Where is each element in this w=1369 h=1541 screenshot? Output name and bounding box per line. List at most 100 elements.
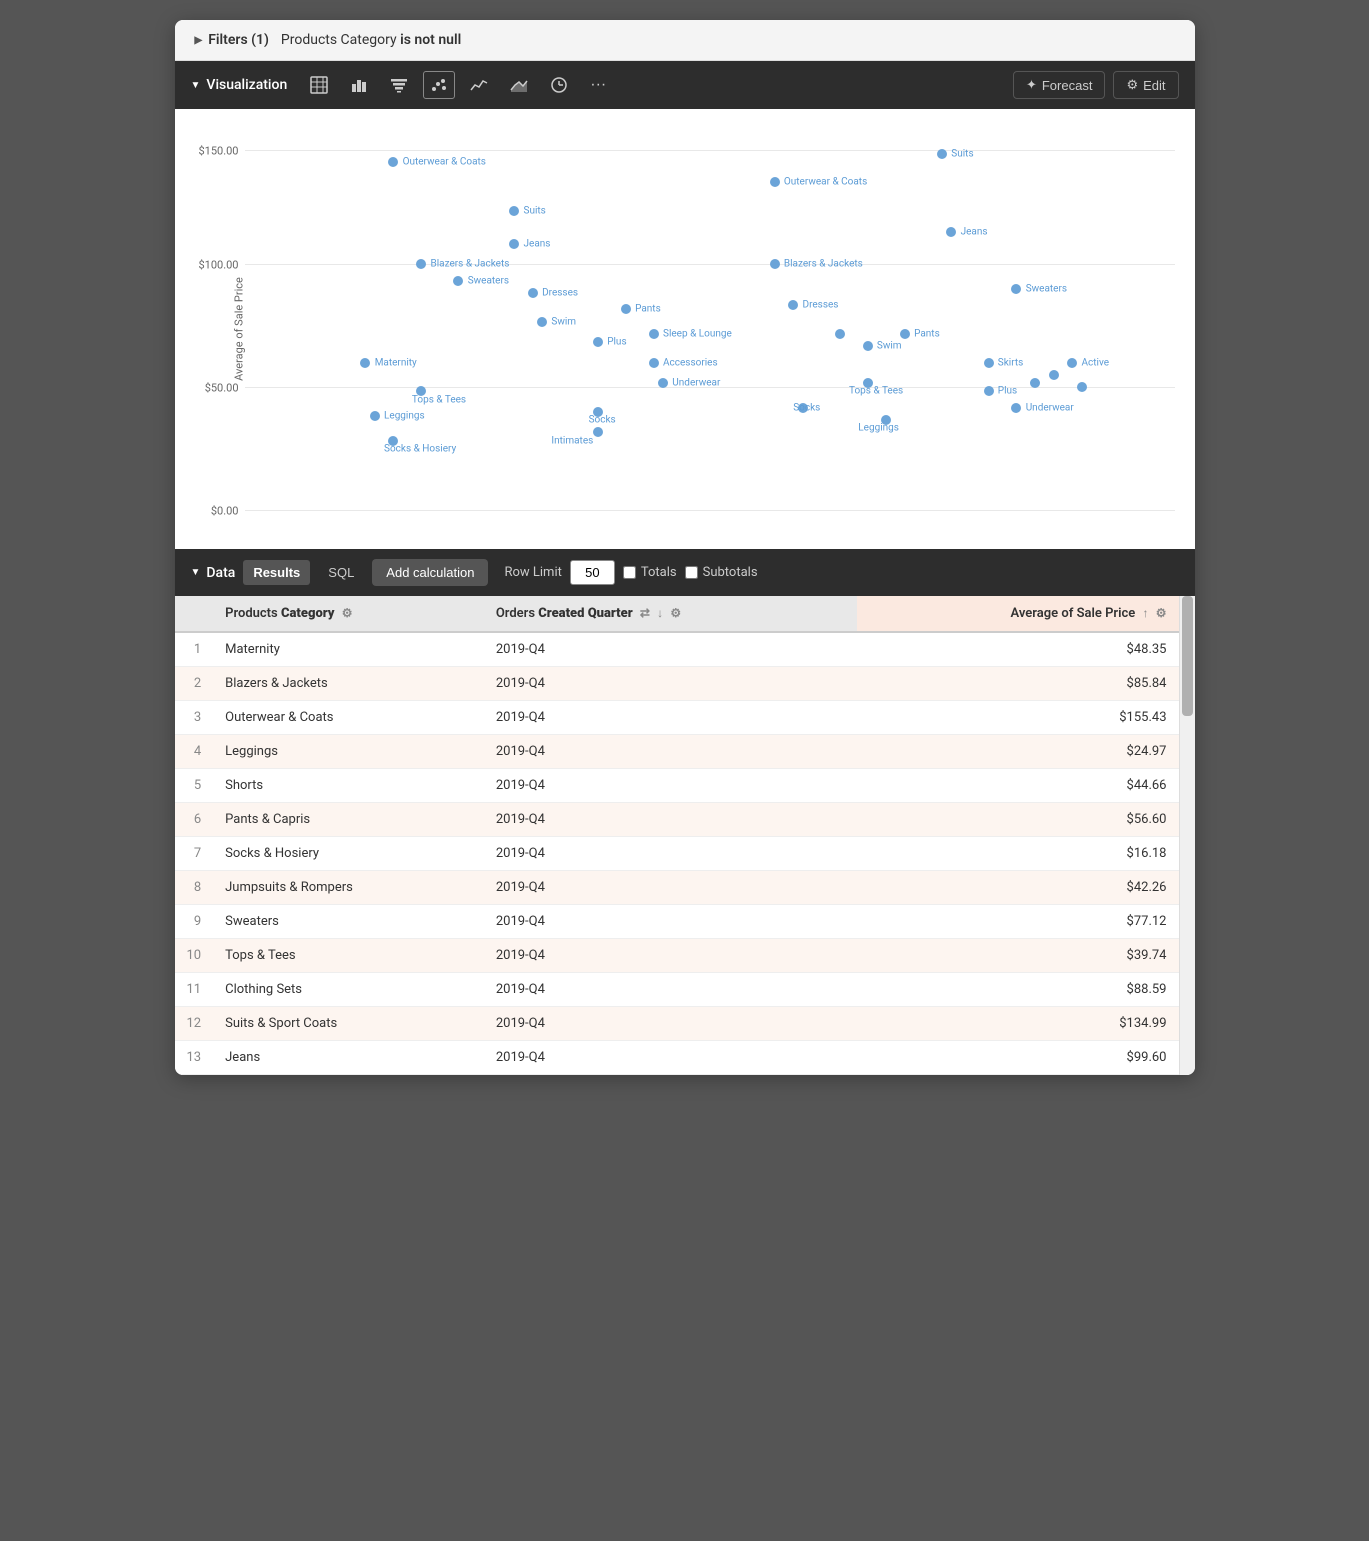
subtotals-checkbox[interactable] [685,566,698,579]
label-dresses-right: Dresses [803,300,839,311]
cell-avg-price: $16.18 [857,837,1178,871]
dot-blazers-left [416,259,426,269]
dot-swim-right [863,341,873,351]
chart-area: Average of Sale Price $150.00 $100.00 $5… [175,109,1195,549]
main-container: ▶ Filters (1) Products Category is not n… [175,20,1195,1075]
scrollbar-thumb[interactable] [1182,596,1193,716]
viz-title[interactable]: ▼ Visualization [191,77,288,93]
table-row: 8 Jumpsuits & Rompers 2019-Q4 $42.26 [175,871,1179,905]
label-sweaters-right: Sweaters [1026,283,1067,294]
dot-sweaters-right [1011,284,1021,294]
table-row: 9 Sweaters 2019-Q4 $77.12 [175,905,1179,939]
category-settings-icon[interactable]: ⚙ [342,606,353,620]
data-title[interactable]: ▼ Data [191,565,236,581]
totals-checkbox-label[interactable]: Totals [623,565,677,580]
table-row: 7 Socks & Hosiery 2019-Q4 $16.18 [175,837,1179,871]
col-category[interactable]: Products Category ⚙ [213,596,484,632]
cell-avg-price: $85.84 [857,667,1178,701]
add-calculation-btn[interactable]: Add calculation [372,559,488,586]
viz-label: Visualization [206,77,287,93]
label-outerwear-right: Outerwear & Coats [784,177,867,188]
totals-checkbox[interactable] [623,566,636,579]
scatter-btn[interactable] [423,71,455,99]
results-tab[interactable]: Results [243,560,310,585]
funnel-btn[interactable] [383,71,415,99]
filter-label: Filters (1) [208,32,269,48]
label-suits-left: Suits [524,206,546,217]
label-outerwear-left: Outerwear & Coats [403,156,486,167]
cell-avg-price: $48.35 [857,632,1178,667]
row-limit-input[interactable] [570,560,615,585]
filter-condition: is not null [400,32,461,48]
col-avg-price[interactable]: Average of Sale Price ↑ ⚙ [857,596,1178,632]
cell-category: Tops & Tees [213,939,484,973]
cell-category: Blazers & Jackets [213,667,484,701]
avg-price-sort-icon[interactable]: ↑ [1143,606,1149,620]
dot-plus-right [984,386,994,396]
table-row: 5 Shorts 2019-Q4 $44.66 [175,769,1179,803]
cell-num: 2 [175,667,214,701]
dot-active [1067,358,1077,368]
label-suits-right: Suits [951,148,973,159]
cell-num: 4 [175,735,214,769]
dot-jeans-right [946,227,956,237]
cell-category: Pants & Capris [213,803,484,837]
dot-outerwear-right [770,177,780,187]
dot-sleep [649,329,659,339]
avg-price-settings-icon[interactable]: ⚙ [1156,606,1167,620]
table-row: 1 Maternity 2019-Q4 $48.35 [175,632,1179,667]
table-header-row: Products Category ⚙ Orders Created Quart… [175,596,1179,632]
dot-underwear-right [1011,403,1021,413]
edit-label: Edit [1143,78,1165,93]
table-view-btn[interactable] [303,71,335,99]
label-jeans-right: Jeans [961,226,988,237]
label-tops-right: Tops & Tees [849,386,903,397]
y-label-100: $100.00 [199,259,239,272]
y-label-0: $0.00 [211,505,239,518]
dot-outerwear-left [388,157,398,167]
cell-category: Suits & Sport Coats [213,1007,484,1041]
more-btn[interactable]: ··· [583,71,613,99]
dot-dresses-left [528,288,538,298]
cell-num: 5 [175,769,214,803]
subtotals-label: Subtotals [703,565,758,580]
forecast-btn[interactable]: ✦ Forecast [1013,71,1105,99]
viz-arrow-icon: ▼ [191,80,201,91]
label-leggings-right: Leggings [858,423,899,434]
cell-quarter: 2019-Q4 [484,871,858,905]
filter-arrow-icon: ▶ [195,35,203,46]
dot-pants-right [900,329,910,339]
subtotals-checkbox-label[interactable]: Subtotals [685,565,758,580]
dot-dresses-right [788,300,798,310]
filter-description: Products Category is not null [281,32,461,48]
viz-toolbar: ▼ Visualization [175,61,1195,109]
quarter-pivot-icon[interactable]: ⇄ [640,606,650,620]
cell-num: 10 [175,939,214,973]
label-sleep: Sleep & Lounge [663,329,732,340]
scrollbar-track[interactable] [1179,596,1195,1075]
cell-avg-price: $24.97 [857,735,1178,769]
dot-skirts [984,358,994,368]
area-chart-btn[interactable] [503,71,535,99]
clock-btn[interactable] [543,71,575,99]
dot-blazers-right [770,259,780,269]
sql-tab[interactable]: SQL [318,560,364,585]
cell-quarter: 2019-Q4 [484,973,858,1007]
totals-label: Totals [641,565,677,580]
bar-chart-btn[interactable] [343,71,375,99]
edit-btn[interactable]: ⚙ Edit [1113,71,1178,99]
y-axis-label: Average of Sale Price [232,277,245,381]
filters-toggle[interactable]: ▶ Filters (1) [195,32,269,48]
line-chart-btn[interactable] [463,71,495,99]
y-label-50: $50.00 [205,382,239,395]
avg-price-label: Average of Sale Price [1011,606,1136,621]
gridline-100: $100.00 [245,264,1175,265]
cell-num: 9 [175,905,214,939]
gridline-0: $0.00 [245,510,1175,511]
cell-num: 8 [175,871,214,905]
quarter-settings-icon[interactable]: ⚙ [670,606,681,620]
quarter-sort-icon[interactable]: ↓ [657,606,663,620]
col-num [175,596,214,632]
cell-num: 7 [175,837,214,871]
col-quarter[interactable]: Orders Created Quarter ⇄ ↓ ⚙ [484,596,858,632]
